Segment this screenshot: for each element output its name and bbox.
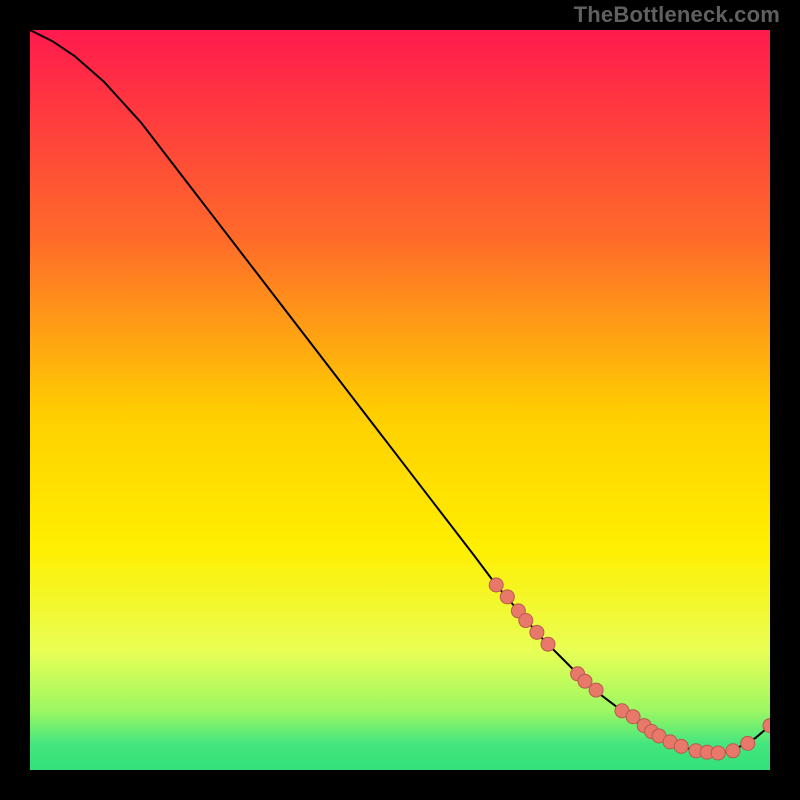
marker-point <box>541 637 555 651</box>
marker-point <box>530 625 544 639</box>
marker-point <box>726 744 740 758</box>
marker-point <box>519 614 533 628</box>
marker-point <box>500 590 514 604</box>
gradient-background <box>30 30 770 770</box>
marker-point <box>741 736 755 750</box>
plot-svg <box>30 30 770 770</box>
marker-point <box>489 578 503 592</box>
marker-point <box>711 746 725 760</box>
marker-point <box>674 739 688 753</box>
plot-area <box>30 30 770 770</box>
chart-stage: TheBottleneck.com <box>0 0 800 800</box>
marker-point <box>589 683 603 697</box>
watermark-text: TheBottleneck.com <box>574 2 780 28</box>
